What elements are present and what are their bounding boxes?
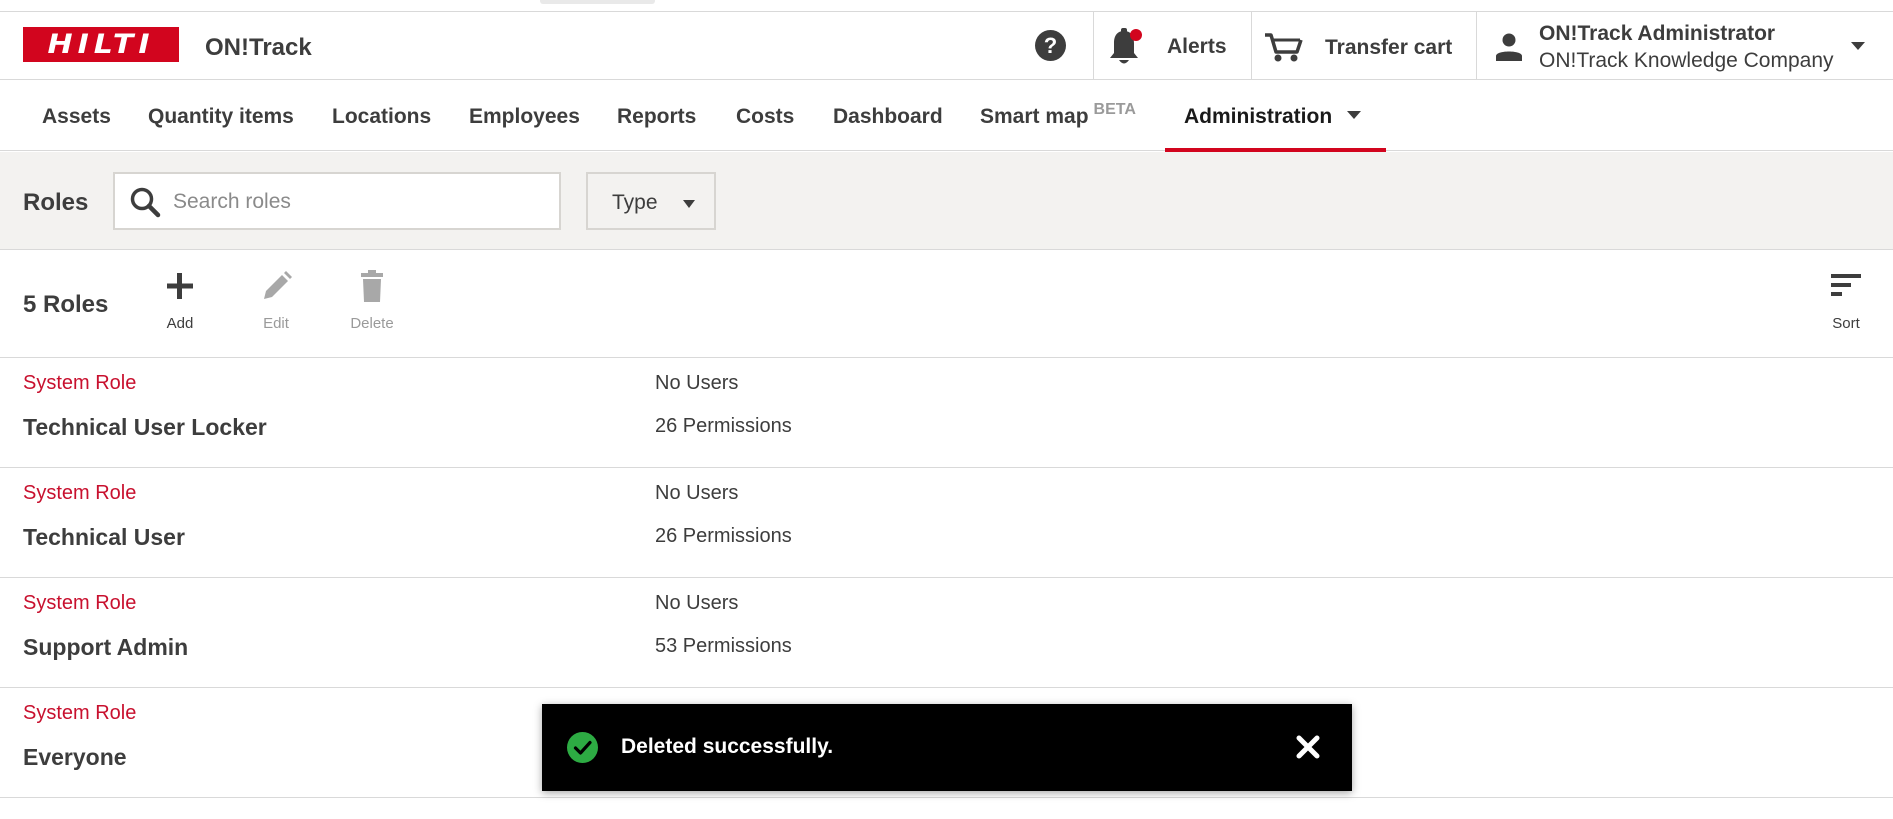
delete-button[interactable]: Delete — [332, 268, 412, 332]
add-button[interactable]: Add — [140, 268, 220, 332]
top-tab-indicator — [540, 0, 655, 4]
role-type: System Role — [23, 592, 137, 614]
nav-item-costs[interactable]: Costs — [736, 105, 794, 129]
help-icon[interactable]: ? — [1035, 30, 1066, 61]
role-row[interactable]: System Role Technical User No Users 26 P… — [0, 468, 1893, 578]
user-company[interactable]: ON!Track Knowledge Company — [1539, 49, 1834, 73]
search-box[interactable] — [113, 172, 561, 230]
edit-button[interactable]: Edit — [236, 268, 316, 332]
delete-label: Delete — [350, 315, 394, 332]
role-users: No Users — [655, 592, 739, 614]
nav-item-smart-map-label: Smart map — [980, 105, 1089, 128]
role-type: System Role — [23, 482, 137, 504]
header-divider — [1251, 12, 1252, 80]
sort-icon — [1831, 274, 1861, 296]
filter-bar: Roles Type — [0, 152, 1893, 250]
chevron-down-icon[interactable] — [1347, 111, 1361, 119]
add-label: Add — [166, 315, 194, 332]
page-title: Roles — [23, 189, 89, 216]
caret-down-icon — [683, 200, 695, 208]
check-circle-icon — [567, 732, 598, 763]
sort-button[interactable]: Sort — [1806, 268, 1886, 332]
browser-top-strip — [0, 0, 1893, 12]
role-type: System Role — [23, 372, 137, 394]
nav-item-reports[interactable]: Reports — [617, 105, 696, 129]
chevron-down-icon[interactable] — [1851, 42, 1865, 50]
role-type: System Role — [23, 702, 137, 724]
header-divider — [1093, 12, 1094, 80]
role-name: Support Admin — [23, 634, 189, 660]
close-icon[interactable] — [1294, 733, 1322, 761]
nav-item-employees[interactable]: Employees — [469, 105, 580, 129]
role-users: No Users — [655, 482, 739, 504]
plus-icon — [167, 273, 193, 299]
role-permissions: 53 Permissions — [655, 635, 792, 657]
nav-item-dashboard[interactable]: Dashboard — [833, 105, 943, 129]
roles-count: 5 Roles — [23, 291, 109, 318]
user-icon[interactable] — [1495, 32, 1523, 62]
type-filter-label: Type — [612, 191, 658, 214]
nav-item-administration[interactable]: Administration — [1184, 105, 1332, 129]
role-row[interactable]: System Role Support Admin No Users 53 Pe… — [0, 578, 1893, 688]
role-name: Everyone — [23, 744, 127, 770]
type-filter-dropdown[interactable]: Type — [586, 172, 716, 230]
role-permissions: 26 Permissions — [655, 415, 792, 437]
transfer-cart-label[interactable]: Transfer cart — [1325, 36, 1452, 60]
role-name: Technical User — [23, 524, 185, 550]
user-name[interactable]: ON!Track Administrator — [1539, 22, 1775, 46]
header-divider — [1476, 12, 1477, 80]
nav-item-assets[interactable]: Assets — [42, 105, 111, 129]
app-name: ON!Track — [205, 34, 312, 61]
success-toast: Deleted successfully. — [542, 704, 1352, 791]
nav-item-locations[interactable]: Locations — [332, 105, 431, 129]
nav-item-smart-map[interactable]: Smart map BETA — [980, 101, 1136, 129]
cart-icon[interactable] — [1264, 31, 1304, 63]
search-input[interactable] — [173, 188, 543, 216]
alert-notification-dot — [1130, 29, 1142, 41]
roles-toolbar: 5 Roles Add Edit Delete Sort — [0, 250, 1893, 358]
role-row[interactable]: System Role Technical User Locker No Use… — [0, 358, 1893, 468]
pencil-icon — [264, 271, 292, 299]
nav-item-quantity-items[interactable]: Quantity items — [148, 105, 294, 129]
edit-label: Edit — [263, 315, 289, 332]
role-permissions: 26 Permissions — [655, 525, 792, 547]
app-header: HILTI ON!Track ? Alerts Transfer cart ON… — [0, 12, 1893, 80]
toast-message: Deleted successfully. — [621, 735, 834, 758]
logo-text: HILTI — [47, 28, 155, 61]
alerts-label[interactable]: Alerts — [1167, 35, 1227, 59]
trash-icon — [361, 270, 383, 302]
role-users: No Users — [655, 372, 739, 394]
search-icon — [130, 187, 161, 218]
main-nav: Assets Quantity items Locations Employee… — [0, 80, 1893, 151]
hilti-logo[interactable]: HILTI — [23, 27, 179, 62]
role-name: Technical User Locker — [23, 414, 267, 440]
beta-badge: BETA — [1093, 101, 1136, 118]
sort-label: Sort — [1832, 315, 1860, 332]
